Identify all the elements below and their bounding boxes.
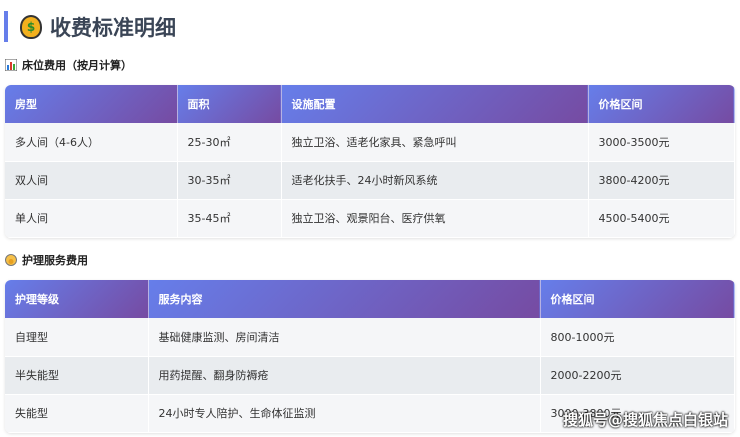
table-header: 护理等级 服务内容 价格区间 bbox=[5, 280, 735, 318]
cell: 基础健康监测、房间清洁 bbox=[148, 318, 541, 357]
cell: 独立卫浴、适老化家具、紧急呼叫 bbox=[281, 123, 589, 162]
money-bag-icon: $ bbox=[20, 14, 42, 39]
cell: 24小时专人陪护、生命体征监测 bbox=[148, 394, 541, 433]
page-title: $ 收费标准明细 bbox=[4, 11, 176, 42]
cell: 2000-2200元 bbox=[540, 356, 735, 395]
header-cell: 服务内容 bbox=[148, 280, 541, 318]
table-row: 双人间 30-35㎡ 适老化扶手、24小时新风系统 3800-4200元 bbox=[5, 161, 735, 200]
table-header: 房型 面积 设施配置 价格区间 bbox=[5, 85, 735, 123]
header-cell: 价格区间 bbox=[540, 280, 735, 318]
bed-fee-table: 房型 面积 设施配置 价格区间 多人间（4-6人） 25-30㎡ 独立卫浴、适老化家… bbox=[5, 85, 735, 238]
cell: 35-45㎡ bbox=[177, 199, 282, 238]
cell: 单人间 bbox=[5, 199, 178, 238]
cell: 半失能型 bbox=[5, 356, 149, 395]
cell: 25-30㎡ bbox=[177, 123, 282, 162]
cell: 多人间（4-6人） bbox=[5, 123, 178, 162]
cell: 3000-3500元 bbox=[588, 123, 735, 162]
cell: 4500-5400元 bbox=[588, 199, 735, 238]
section-bed-fees: 床位费用（按月计算） bbox=[5, 57, 132, 73]
header-cell: 设施配置 bbox=[281, 85, 589, 123]
cell: 独立卫浴、观景阳台、医疗供氧 bbox=[281, 199, 589, 238]
header-cell: 面积 bbox=[177, 85, 282, 123]
cell: 自理型 bbox=[5, 318, 149, 357]
cell: 30-35㎡ bbox=[177, 161, 282, 200]
cell: 用药提醒、翻身防褥疮 bbox=[148, 356, 541, 395]
header-cell: 房型 bbox=[5, 85, 178, 123]
cell: 800-1000元 bbox=[540, 318, 735, 357]
table-row: 半失能型 用药提醒、翻身防褥疮 2000-2200元 bbox=[5, 356, 735, 395]
cell: 3800-4200元 bbox=[588, 161, 735, 200]
section-care-fees: 护理服务费用 bbox=[5, 252, 88, 268]
table-row: 自理型 基础健康监测、房间清洁 800-1000元 bbox=[5, 318, 735, 357]
cell: 双人间 bbox=[5, 161, 178, 200]
cell: 失能型 bbox=[5, 394, 149, 433]
header-cell: 价格区间 bbox=[588, 85, 735, 123]
watermark: 搜狐号@搜狐焦点白银站 bbox=[562, 411, 728, 429]
table-row: 多人间（4-6人） 25-30㎡ 独立卫浴、适老化家具、紧急呼叫 3000-3500元 bbox=[5, 123, 735, 162]
header-cell: 护理等级 bbox=[5, 280, 149, 318]
face-icon bbox=[5, 254, 17, 266]
bar-chart-icon bbox=[5, 59, 17, 71]
cell: 适老化扶手、24小时新风系统 bbox=[281, 161, 589, 200]
table-row: 单人间 35-45㎡ 独立卫浴、观景阳台、医疗供氧 4500-5400元 bbox=[5, 199, 735, 238]
